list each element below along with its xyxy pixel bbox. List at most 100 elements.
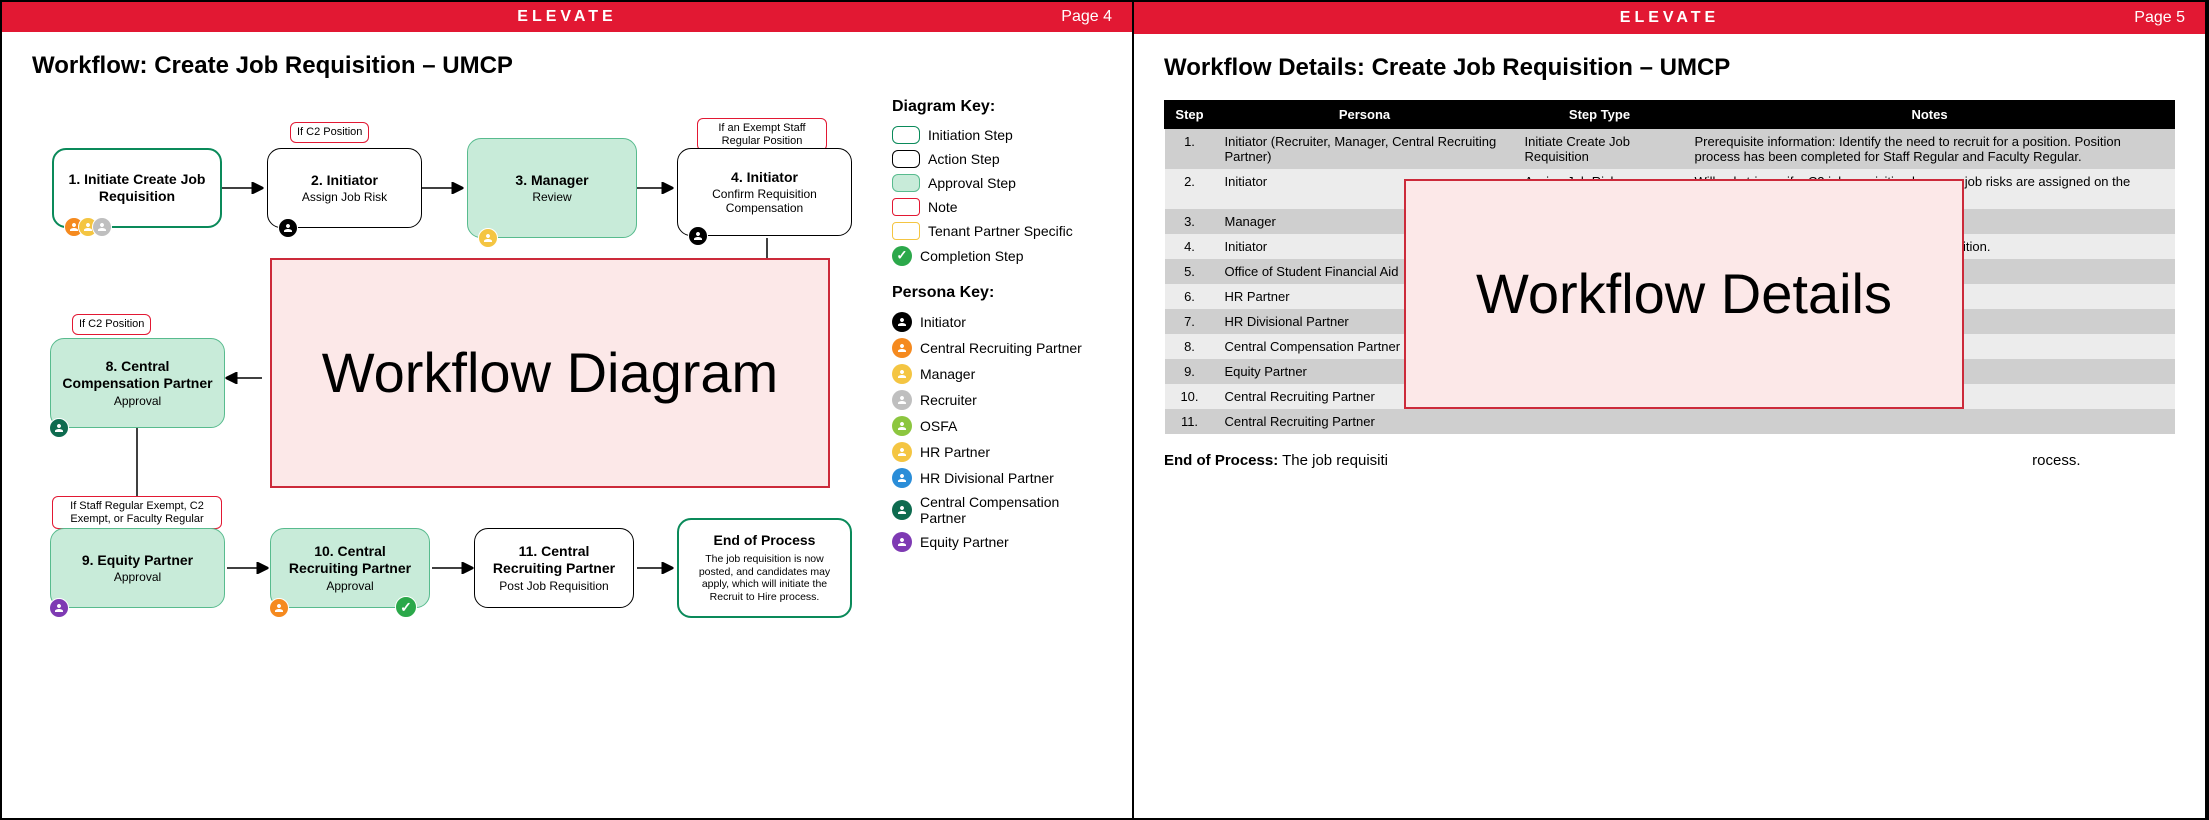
flow-step-4: 4. Initiator Confirm Requisition Compens… xyxy=(677,148,852,236)
persona-key-item: Central Recruiting Partner xyxy=(892,338,1102,358)
page-5: ELEVATE Page 5 Workflow Details: Create … xyxy=(1134,2,2207,818)
key-initiation: Initiation Step xyxy=(892,126,1102,144)
end-of-process: End of Process: The job requisiti rocess… xyxy=(1164,452,2175,469)
persona-label: Recruiter xyxy=(920,392,977,408)
person-icon xyxy=(278,218,298,238)
step-sub: Approval xyxy=(59,570,216,584)
step-title: 3. Manager xyxy=(476,172,628,189)
check-icon xyxy=(892,246,912,266)
cell-type: Initiate Create Job Requisition xyxy=(1515,129,1685,170)
cell-step: 7. xyxy=(1165,309,1215,334)
persona-key-item: HR Divisional Partner xyxy=(892,468,1102,488)
note-exempt: If an Exempt Staff Regular Position xyxy=(697,118,827,151)
person-icon xyxy=(892,416,912,436)
end-text-end: rocess. xyxy=(2032,452,2080,469)
table-header-row: Step Persona Step Type Notes xyxy=(1165,101,2175,129)
key-label: Initiation Step xyxy=(928,127,1013,143)
persona-key-item: Central Compensation Partner xyxy=(892,494,1102,526)
step-title: 8. Central Compensation Partner xyxy=(59,358,216,392)
cell-step: 5. xyxy=(1165,259,1215,284)
flow-end: End of Process The job requisition is no… xyxy=(677,518,852,618)
persona-label: Central Recruiting Partner xyxy=(920,340,1082,356)
col-persona: Persona xyxy=(1215,101,1515,129)
table-row: 11. Central Recruiting Partner xyxy=(1165,409,2175,434)
person-icon xyxy=(892,532,912,552)
key-action: Action Step xyxy=(892,150,1102,168)
person-icon xyxy=(688,226,708,246)
step-personas xyxy=(269,598,289,618)
step-personas xyxy=(49,418,69,438)
flow-step-1: 1. Initiate Create Job Requisition xyxy=(52,148,222,228)
key-label: Tenant Partner Specific xyxy=(928,223,1073,239)
person-icon xyxy=(269,598,289,618)
note-c2: If C2 Position xyxy=(290,122,369,143)
step-personas xyxy=(478,228,498,248)
cell-step: 2. xyxy=(1165,169,1215,209)
cell-type xyxy=(1515,409,1685,434)
flow-step-2: 2. Initiator Assign Job Risk xyxy=(267,148,422,228)
key-completion: Completion Step xyxy=(892,246,1102,266)
page-header: ELEVATE Page 4 xyxy=(2,2,1132,32)
step-sub: Confirm Requisition Compensation xyxy=(686,187,843,215)
key-approval: Approval Step xyxy=(892,174,1102,192)
flow-step-9: 9. Equity Partner Approval xyxy=(50,528,225,608)
workflow-diagram: 1. Initiate Create Job Requisition If C2… xyxy=(32,98,872,798)
step-personas xyxy=(688,226,708,246)
cell-step: 10. xyxy=(1165,384,1215,409)
swatch-icon xyxy=(892,150,920,168)
table-row: 1. Initiator (Recruiter, Manager, Centra… xyxy=(1165,129,2175,170)
persona-label: HR Partner xyxy=(920,444,990,460)
key-tenant: Tenant Partner Specific xyxy=(892,222,1102,240)
diagram-keys: Diagram Key: Initiation Step Action Step… xyxy=(892,98,1102,798)
persona-key-item: OSFA xyxy=(892,416,1102,436)
page-header: ELEVATE Page 5 xyxy=(1134,2,2205,34)
key-label: Completion Step xyxy=(920,248,1024,264)
flow-step-3: 3. Manager Review xyxy=(467,138,637,238)
persona-label: Central Compensation Partner xyxy=(920,494,1102,526)
step-title: 10. Central Recruiting Partner xyxy=(279,543,421,577)
step-title: 11. Central Recruiting Partner xyxy=(483,543,625,577)
person-icon xyxy=(892,500,912,520)
step-sub: Post Job Requisition xyxy=(483,579,625,593)
page-number: Page 5 xyxy=(2134,9,2185,27)
persona-key-item: Recruiter xyxy=(892,390,1102,410)
page-title: Workflow: Create Job Requisition – UMCP xyxy=(32,52,1102,80)
flow-step-8: 8. Central Compensation Partner Approval xyxy=(50,338,225,428)
flow-step-10: 10. Central Recruiting Partner Approval … xyxy=(270,528,430,608)
cell-step: 9. xyxy=(1165,359,1215,384)
persona-key-title: Persona Key: xyxy=(892,284,1102,302)
step-title: 9. Equity Partner xyxy=(59,552,216,569)
person-icon xyxy=(892,364,912,384)
step-title: 1. Initiate Create Job Requisition xyxy=(62,171,212,205)
note-c2-b: If C2 Position xyxy=(72,314,151,335)
persona-label: Manager xyxy=(920,366,975,382)
col-type: Step Type xyxy=(1515,101,1685,129)
cell-step: 11. xyxy=(1165,409,1215,434)
persona-key-item: HR Partner xyxy=(892,442,1102,462)
persona-key-item: Manager xyxy=(892,364,1102,384)
step-sub: Assign Job Risk xyxy=(276,190,413,204)
person-icon xyxy=(49,598,69,618)
step-title: End of Process xyxy=(687,532,842,549)
persona-label: Equity Partner xyxy=(920,534,1009,550)
person-icon xyxy=(892,390,912,410)
end-text-start: The job requisiti xyxy=(1278,452,1388,469)
brand-logo: ELEVATE xyxy=(517,8,616,26)
person-icon xyxy=(49,418,69,438)
flow-step-11: 11. Central Recruiting Partner Post Job … xyxy=(474,528,634,608)
step-personas xyxy=(64,217,112,237)
cell-step: 6. xyxy=(1165,284,1215,309)
cell-persona: Initiator (Recruiter, Manager, Central R… xyxy=(1215,129,1515,170)
person-icon xyxy=(892,312,912,332)
page-number: Page 4 xyxy=(1061,8,1112,26)
step-sub: Review xyxy=(476,190,628,204)
person-icon xyxy=(478,228,498,248)
step-personas xyxy=(278,218,298,238)
completion-icon: ✓ xyxy=(395,596,417,618)
col-notes: Notes xyxy=(1685,101,2175,129)
cell-step: 3. xyxy=(1165,209,1215,234)
person-icon xyxy=(892,468,912,488)
step-title: 2. Initiator xyxy=(276,172,413,189)
col-step: Step xyxy=(1165,101,1215,129)
person-icon xyxy=(892,442,912,462)
